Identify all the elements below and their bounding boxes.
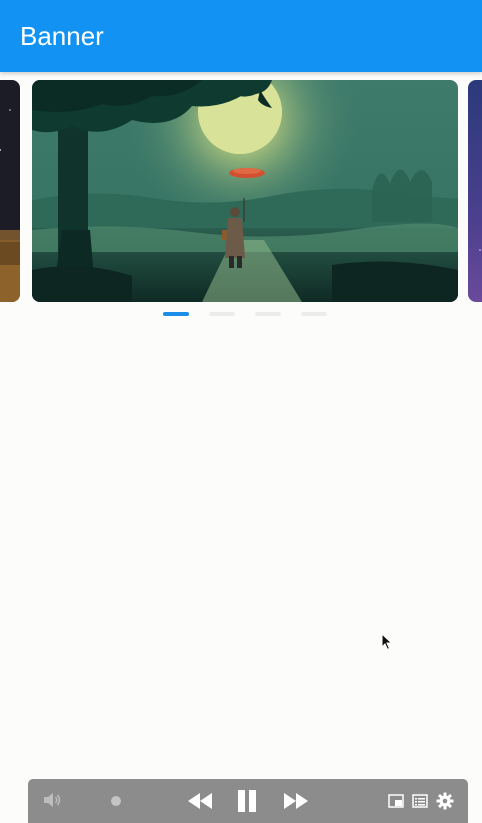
rewind-icon[interactable] [186,791,216,811]
indicator-dot-3[interactable] [255,312,281,316]
volume-icon[interactable] [42,791,62,809]
pause-icon[interactable] [234,788,260,814]
banner-carousel[interactable] [0,72,482,332]
indicator-dot-2[interactable] [209,312,235,316]
carousel-page-indicator [0,312,482,316]
media-control-bar [28,779,468,823]
indicator-dot-1-active[interactable] [163,312,189,316]
banner-slide-current-image[interactable] [32,80,458,302]
indicator-dot-4[interactable] [301,312,327,316]
picture-in-picture-icon[interactable] [388,793,404,809]
settings-gear-icon[interactable] [436,792,454,810]
fast-forward-icon[interactable] [280,791,310,811]
record-icon[interactable] [110,795,122,807]
mouse-pointer-icon [381,632,393,651]
playlist-icon[interactable] [412,793,428,809]
banner-slide-previous[interactable] [0,80,20,302]
app-bar-title: Banner [20,21,104,51]
banner-slide-next[interactable] [468,80,482,302]
app-bar: Banner [0,0,482,72]
